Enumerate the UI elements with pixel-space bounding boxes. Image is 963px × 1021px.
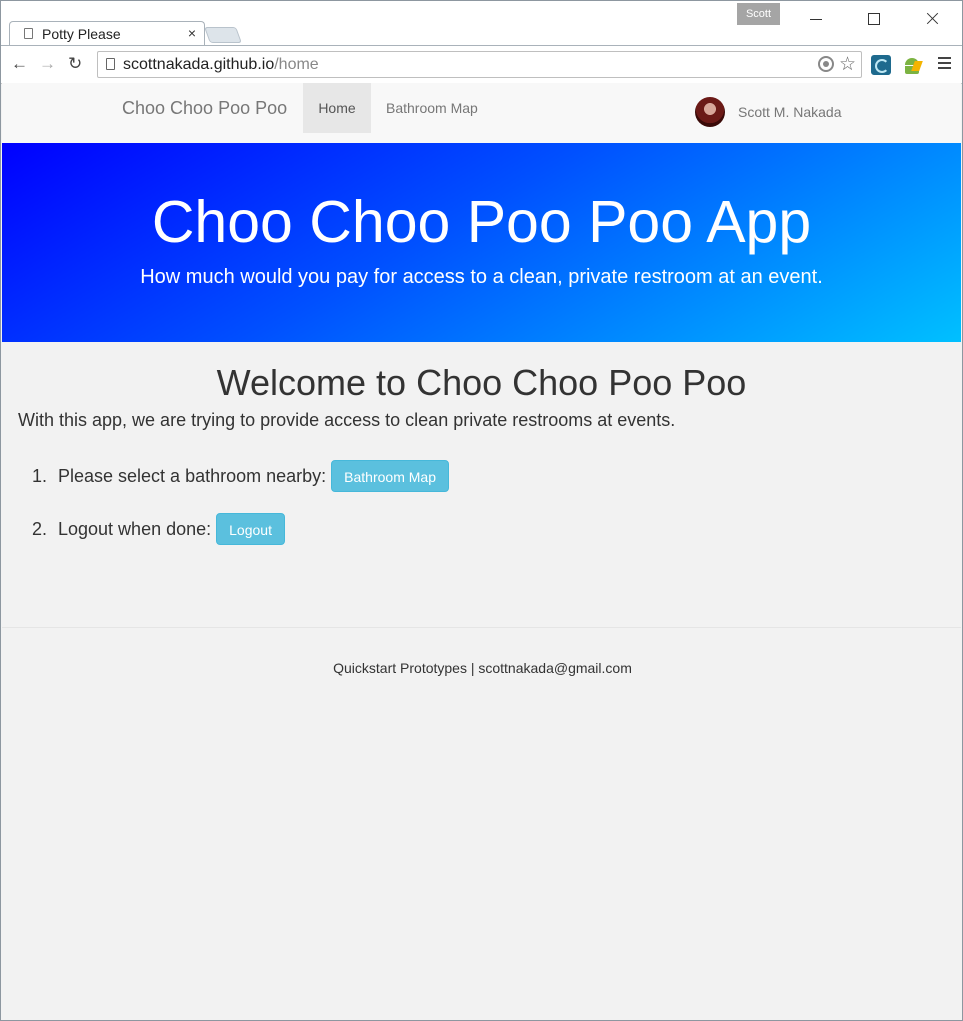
back-icon[interactable]: ←	[11, 55, 28, 73]
browser-tab[interactable]: Potty Please ×	[9, 21, 205, 45]
hero-subtitle: How much would you pay for access to a c…	[140, 266, 823, 288]
minimize-button[interactable]	[793, 1, 839, 35]
step-text: Logout when done:	[58, 518, 212, 539]
welcome-heading: Welcome to Choo Choo Poo Poo	[216, 362, 747, 403]
address-bar[interactable]: scottnakada.github.io/home ☆	[97, 51, 862, 78]
bathroom-map-button[interactable]: Bathroom Map	[331, 460, 449, 492]
url-host: scottnakada.github.io	[123, 56, 275, 73]
close-tab-icon[interactable]: ×	[188, 25, 196, 41]
reload-icon[interactable]: ↻	[68, 55, 82, 73]
location-icon[interactable]	[818, 56, 834, 72]
forward-icon[interactable]: →	[39, 55, 56, 73]
android-icon[interactable]	[902, 55, 923, 75]
url-text[interactable]: scottnakada.github.io/home	[123, 56, 319, 74]
site-navbar: Choo Choo Poo Poo Home Bathroom Map Scot…	[2, 83, 961, 144]
nav-link-bathroom-map[interactable]: Bathroom Map	[386, 83, 478, 133]
user-name[interactable]: Scott M. Nakada	[738, 104, 842, 120]
nav-link-home[interactable]: Home	[303, 83, 371, 133]
footer-text: Quickstart Prototypes | scottnakada@gmai…	[333, 660, 632, 676]
tab-title: Potty Please	[42, 26, 121, 42]
hero-banner: Choo Choo Poo Poo App How much would you…	[2, 143, 961, 342]
url-path: /home	[274, 56, 319, 73]
close-window-button[interactable]	[909, 1, 955, 35]
page-info-icon[interactable]	[106, 58, 115, 70]
avatar[interactable]	[695, 97, 725, 127]
list-item: 2. Logout when done: Logout	[32, 513, 285, 545]
maximize-button[interactable]	[851, 1, 897, 35]
intro-text: With this app, we are trying to provide …	[18, 410, 676, 430]
navbar-brand[interactable]: Choo Choo Poo Poo	[122, 98, 287, 119]
new-tab-button[interactable]	[204, 27, 242, 43]
profile-badge[interactable]: Scott	[737, 3, 780, 25]
title-bar: Potty Please × Scott	[1, 1, 962, 45]
list-number: 1.	[32, 465, 48, 486]
web-page: Choo Choo Poo Poo Home Bathroom Map Scot…	[2, 83, 961, 1020]
hero-title: Choo Choo Poo Poo App	[151, 189, 812, 255]
list-item: 1. Please select a bathroom nearby: Bath…	[32, 460, 449, 492]
footer-divider	[2, 627, 961, 628]
step-text: Please select a bathroom nearby:	[58, 465, 327, 486]
menu-icon[interactable]	[938, 57, 952, 69]
logout-button[interactable]: Logout	[216, 513, 285, 545]
browser-window: Potty Please × Scott ← → ↻ scottnakada.g…	[0, 0, 963, 1021]
list-number: 2.	[32, 518, 48, 539]
page-icon	[24, 28, 33, 39]
browser-toolbar: ← → ↻ scottnakada.github.io/home ☆	[1, 45, 962, 84]
cooliris-icon[interactable]	[871, 55, 891, 75]
bookmark-star-icon[interactable]: ☆	[839, 53, 856, 76]
